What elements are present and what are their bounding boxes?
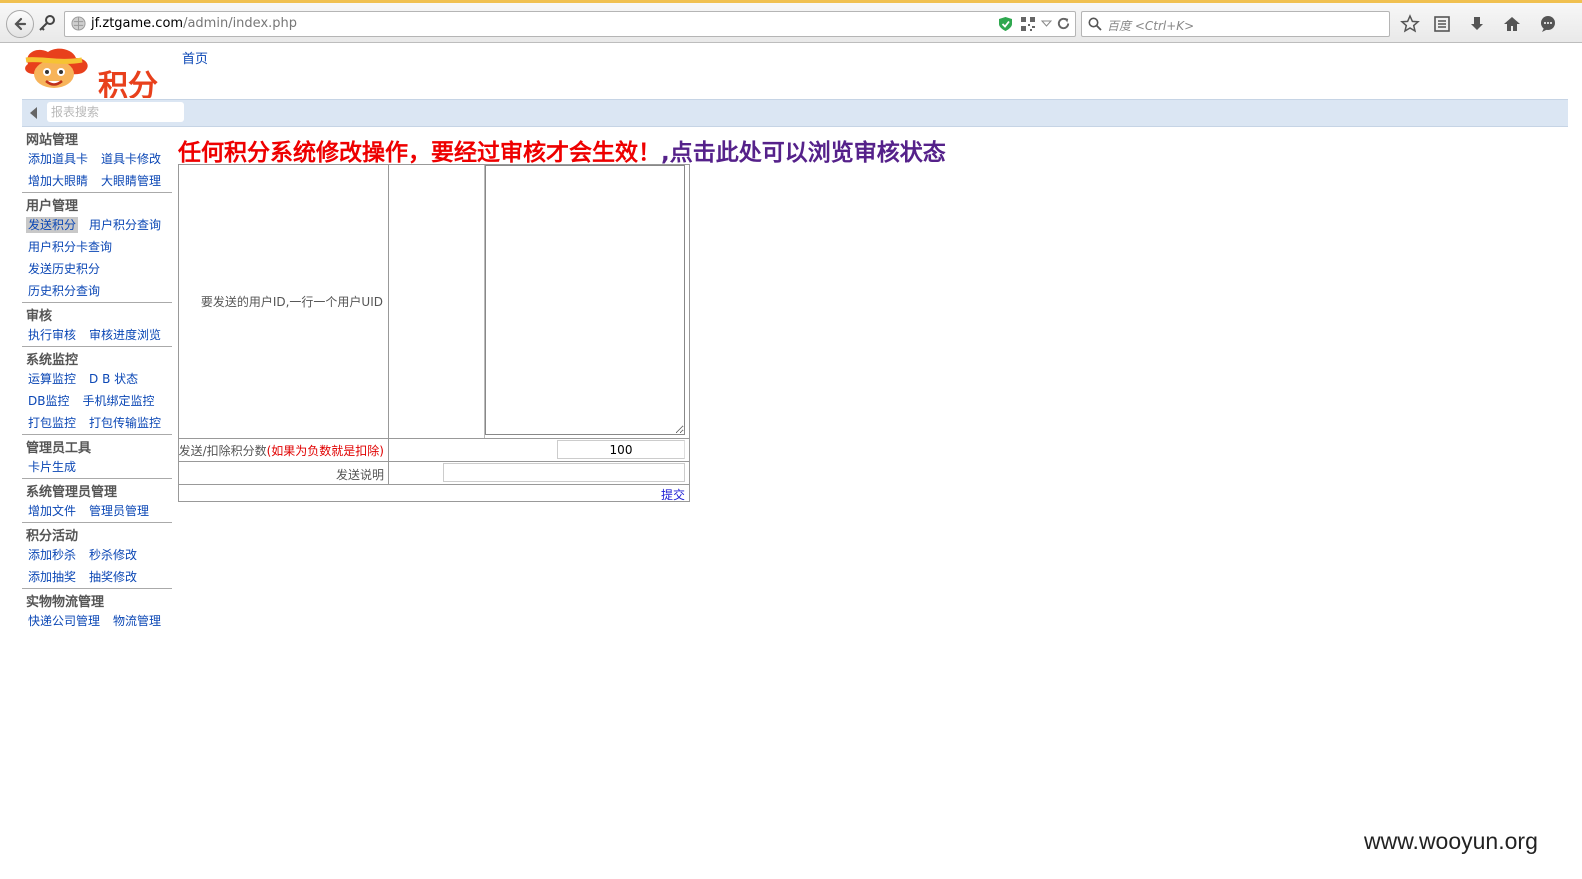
notice-warning-text: 任何积分系统修改操作，要经过审核才会生效！ xyxy=(178,140,661,166)
audit-status-link[interactable]: ,点击此处可以浏览审核状态 xyxy=(661,140,946,166)
cell-divider xyxy=(388,439,389,462)
home-link[interactable]: 首页 xyxy=(182,48,208,67)
globe-icon xyxy=(71,16,86,31)
score-input[interactable] xyxy=(557,440,685,459)
sidebar-row: 增加文件 管理员管理 xyxy=(22,500,172,522)
sidebar-section-title: 实物物流管理 xyxy=(22,588,172,610)
sidebar-section-title: 审核 xyxy=(22,302,172,324)
search-bar[interactable]: 百度 <Ctrl+K> xyxy=(1081,11,1390,37)
submit-row: 提交 xyxy=(179,484,689,502)
sidebar-row: 用户积分卡查询 xyxy=(22,236,172,258)
sidebar-section-title: 网站管理 xyxy=(26,133,79,148)
submit-link[interactable]: 提交 xyxy=(661,486,685,503)
sidebar-link[interactable]: 手机绑定监控 xyxy=(80,393,156,409)
sidebar-menu: 网站管理 添加道具卡 道具卡修改 增加大眼睛 大眼睛管理 用户管理 发送积分 用户积分查询 用户… xyxy=(22,127,172,632)
uid-textarea[interactable] xyxy=(485,165,685,435)
search-icon xyxy=(1088,17,1102,31)
chat-icon[interactable] xyxy=(1538,14,1558,34)
uid-label: 要发送的用户ID,一行一个用户UID xyxy=(200,295,383,309)
watermark: www.wooyun.org xyxy=(1364,828,1538,854)
sidebar-link[interactable]: 发送积分 xyxy=(26,217,79,233)
back-button[interactable] xyxy=(6,10,34,38)
sidebar-row: 卡片生成 xyxy=(22,456,172,478)
sidebar-link[interactable]: 大眼睛管理 xyxy=(99,173,163,189)
sidebar-link[interactable]: 运算监控 xyxy=(26,371,78,387)
site-logo: 积分 xyxy=(25,48,158,98)
logo-text: 积分 xyxy=(98,69,158,98)
sidebar-link[interactable]: 打包监控 xyxy=(26,415,78,431)
sidebar-link[interactable]: 添加道具卡 xyxy=(26,151,90,167)
bookmark-star-icon[interactable] xyxy=(1400,14,1420,34)
description-label: 发送说明 xyxy=(335,468,384,482)
description-row: 发送说明 xyxy=(179,461,689,485)
sidebar-section-title: 管理员工具 xyxy=(22,434,172,456)
shield-icon[interactable] xyxy=(998,16,1013,32)
sidebar-link[interactable]: 快递公司管理 xyxy=(26,613,102,629)
sidebar-row: 运算监控 D B 状态 xyxy=(22,368,172,390)
sidebar-link[interactable]: 历史积分查询 xyxy=(26,283,102,299)
sidebar-link[interactable]: 审核进度浏览 xyxy=(87,327,163,343)
sidebar-row: 发送历史积分 xyxy=(22,258,172,280)
sidebar-link[interactable]: DB监控 xyxy=(26,393,71,409)
qr-code-icon[interactable] xyxy=(1021,17,1035,31)
sidebar-row: 历史积分查询 xyxy=(22,280,172,302)
sidebar-row: 添加道具卡 道具卡修改 xyxy=(22,148,172,170)
sidebar-row: 添加秒杀 秒杀修改 xyxy=(22,544,172,566)
uid-textarea-cell xyxy=(484,165,687,438)
uid-label-cell: 要发送的用户ID,一行一个用户UID xyxy=(179,165,389,438)
back-arrow-icon xyxy=(14,17,27,31)
sidebar-section-title: 系统监控 xyxy=(22,346,172,368)
sidebar-link[interactable]: D B 状态 xyxy=(87,371,140,387)
sidebar-link[interactable]: 道具卡修改 xyxy=(99,151,163,167)
sidebar-row: 添加抽奖 抽奖修改 xyxy=(22,566,172,588)
browser-toolbar: jf.ztgame.com/admin/index.php 百度 <Ctrl+K… xyxy=(0,3,1582,43)
menu-search-input[interactable] xyxy=(47,102,184,122)
negative-hint: (如果为负数就是扣除) xyxy=(266,444,384,458)
reading-list-icon[interactable] xyxy=(1432,14,1452,34)
sidebar-link[interactable]: 抽奖修改 xyxy=(87,569,139,585)
sidebar-row: 快递公司管理 物流管理 xyxy=(22,610,172,632)
description-input[interactable] xyxy=(443,463,685,482)
sidebar-link[interactable]: 用户积分查询 xyxy=(87,217,163,233)
nav-bar xyxy=(22,99,1568,127)
sidebar-section-title: 系统管理员管理 xyxy=(22,478,172,500)
address-bar[interactable]: jf.ztgame.com/admin/index.php xyxy=(64,11,1076,37)
url-path: /admin/index.php xyxy=(183,16,298,31)
cell-divider xyxy=(388,462,389,485)
score-row: 发送/扣除积分数(如果为负数就是扣除) xyxy=(179,438,689,462)
sidebar-link[interactable]: 管理员管理 xyxy=(87,503,151,519)
audit-notice[interactable]: 任何积分系统修改操作，要经过审核才会生效！,点击此处可以浏览审核状态 xyxy=(178,133,946,167)
search-placeholder: 百度 <Ctrl+K> xyxy=(1107,19,1195,33)
url-text: jf.ztgame.com/admin/index.php xyxy=(91,16,297,31)
chevron-down-icon[interactable] xyxy=(1041,18,1052,29)
sidebar-link[interactable]: 执行审核 xyxy=(26,327,78,343)
sidebar-row: 增加大眼睛 大眼睛管理 xyxy=(22,170,172,192)
sidebar-row: 发送积分 用户积分查询 xyxy=(22,214,172,236)
sidebar-link[interactable]: 添加抽奖 xyxy=(26,569,78,585)
collapse-sidebar-icon[interactable] xyxy=(30,107,37,119)
sidebar-row: 执行审核 审核进度浏览 xyxy=(22,324,172,346)
home-icon[interactable] xyxy=(1502,14,1522,34)
sidebar-link[interactable]: 打包传输监控 xyxy=(87,415,163,431)
sidebar-link[interactable]: 添加秒杀 xyxy=(26,547,78,563)
sidebar-link[interactable]: 用户积分卡查询 xyxy=(26,239,114,255)
sidebar-link[interactable]: 卡片生成 xyxy=(26,459,78,475)
send-points-form: 要发送的用户ID,一行一个用户UID 发送/扣除积分数(如果为负数就是扣除) 发… xyxy=(178,164,690,502)
sidebar-row: 打包监控 打包传输监控 xyxy=(22,412,172,434)
url-host: jf.ztgame.com xyxy=(91,16,184,31)
sidebar-section-title: 用户管理 xyxy=(22,192,172,214)
download-icon[interactable] xyxy=(1467,14,1487,34)
sidebar-link[interactable]: 增加大眼睛 xyxy=(26,173,90,189)
sidebar-link[interactable]: 秒杀修改 xyxy=(87,547,139,563)
identity-key-icon[interactable] xyxy=(37,13,57,33)
score-label: 发送/扣除积分数(如果为负数就是扣除) xyxy=(179,442,384,459)
sidebar-link[interactable]: 物流管理 xyxy=(111,613,163,629)
sidebar-section-title: 积分活动 xyxy=(22,522,172,544)
reload-icon[interactable] xyxy=(1056,16,1071,31)
score-label-text: 发送/扣除积分数 xyxy=(178,444,267,458)
sidebar-row: DB监控 手机绑定监控 xyxy=(22,390,172,412)
sidebar-link[interactable]: 发送历史积分 xyxy=(26,261,102,277)
sidebar-link[interactable]: 增加文件 xyxy=(26,503,78,519)
